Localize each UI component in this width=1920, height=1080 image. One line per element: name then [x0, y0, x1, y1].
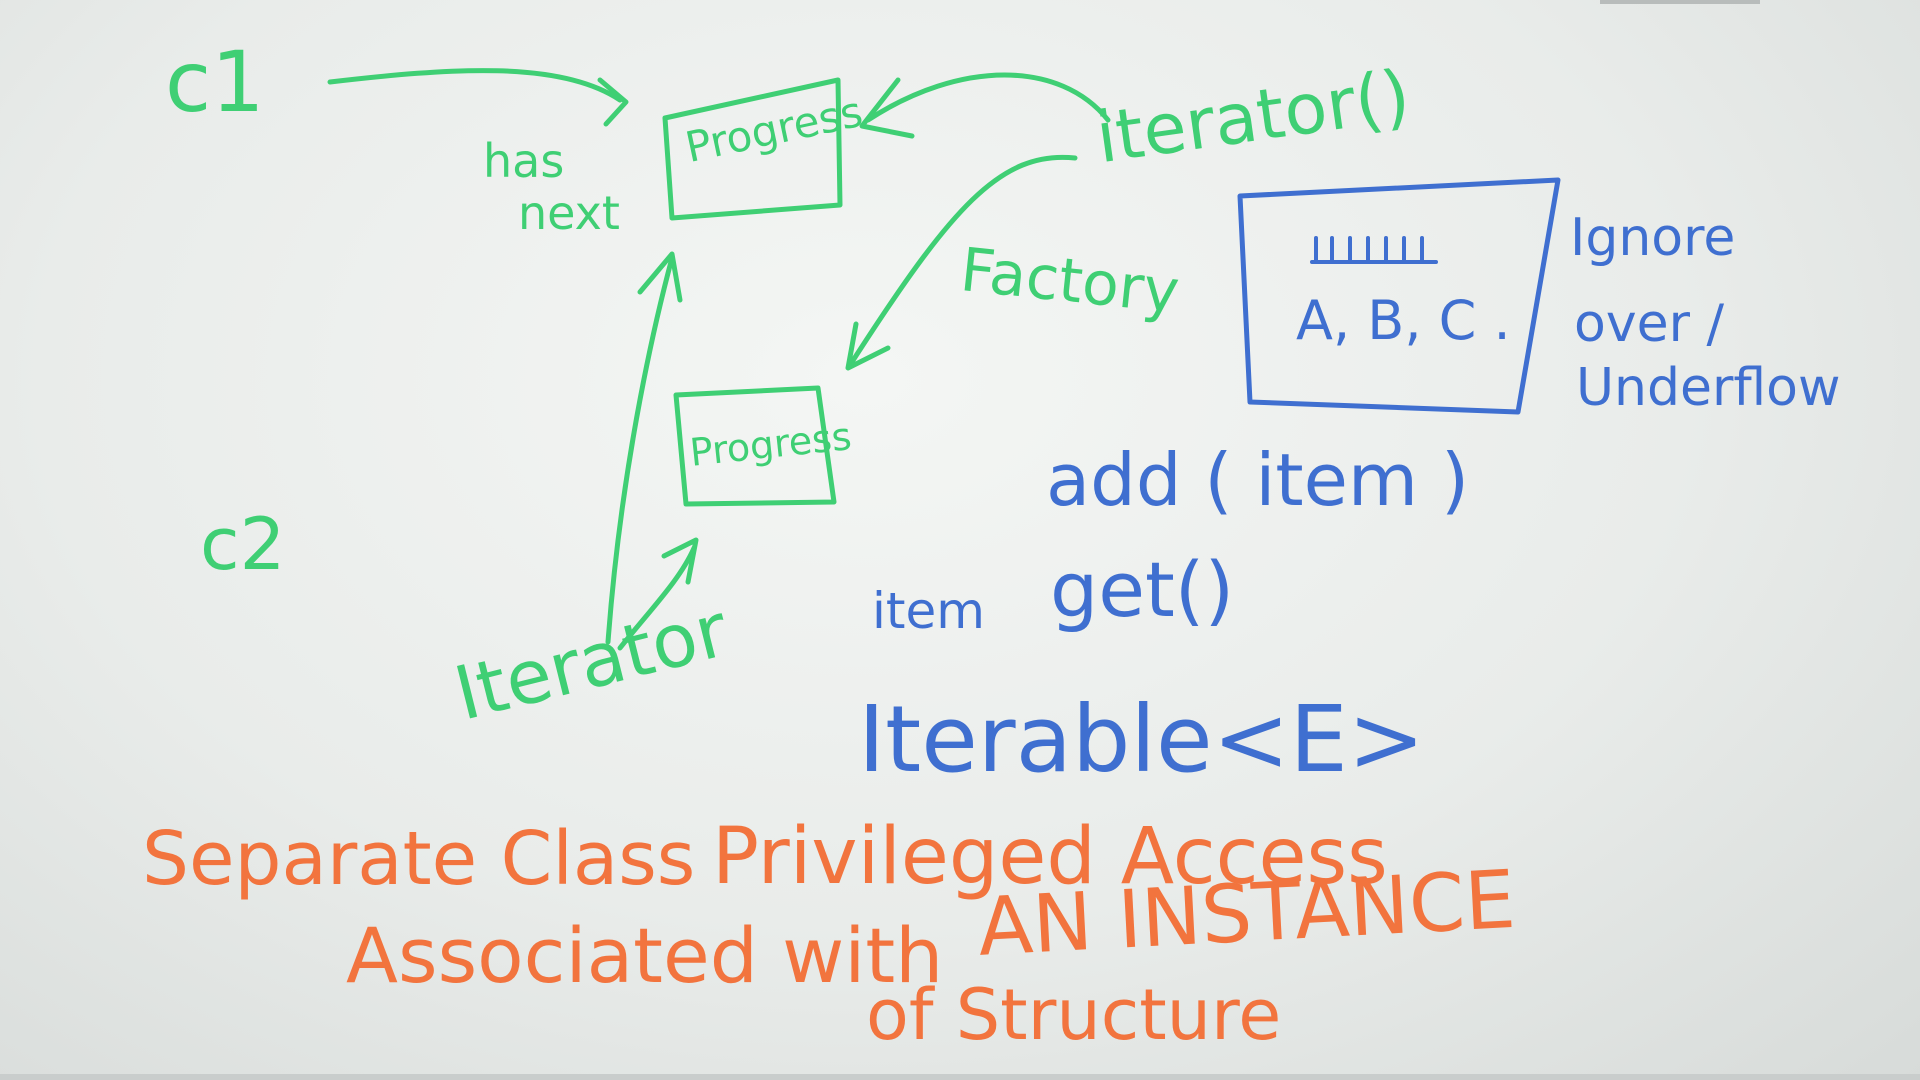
arrowhead-c1 [597, 77, 629, 127]
next-label: next [518, 186, 620, 240]
frame-bottom-edge [0, 1074, 1920, 1080]
arrow-c1-to-progress [327, 68, 623, 103]
separate-class-label: Separate Class [142, 816, 696, 902]
get-method-label: get() [1050, 545, 1235, 634]
iterable-interface-label: Iterable<E> [858, 686, 1425, 793]
whiteboard-drawing [327, 68, 1561, 651]
arrowhead-iterator-top [637, 251, 683, 303]
add-item-label: add ( item ) [1046, 438, 1470, 522]
array-contents-label: A, B, C . [1296, 289, 1511, 352]
client-c1-label: c1 [165, 33, 265, 131]
array-slots [1310, 236, 1438, 264]
has-label: has [483, 134, 565, 188]
item-label: item [872, 582, 985, 640]
ignore-label: Ignore [1570, 208, 1736, 268]
of-structure-label: of Structure [866, 974, 1282, 1056]
client-c2-label: c2 [200, 502, 286, 586]
underflow-label: Underflow [1576, 358, 1841, 418]
associated-with-label: Associated with [346, 911, 944, 1000]
arrow-iterator-method-to-progress [865, 72, 1111, 123]
arrow-iterator-to-progress-top [605, 255, 675, 645]
over-label: over / [1574, 294, 1725, 354]
